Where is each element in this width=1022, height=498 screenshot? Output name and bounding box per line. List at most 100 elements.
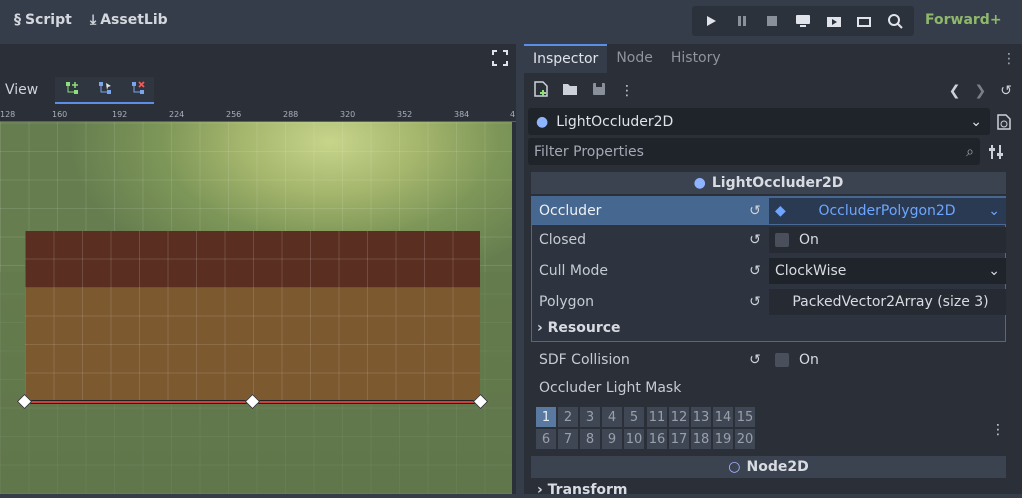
layer-bit[interactable]: 7: [558, 429, 579, 450]
more-options-icon[interactable]: ⋮: [620, 83, 634, 99]
wall-bottom-sprite: [25, 288, 480, 402]
tab-history[interactable]: History: [662, 44, 730, 73]
light-occluder-icon: ●: [693, 175, 706, 191]
new-resource-icon[interactable]: [534, 81, 548, 101]
renderer-selector[interactable]: Forward+: [925, 12, 1002, 28]
property-occluder[interactable]: Occluder ↺ ◆ OccluderPolygon2D ⌄: [531, 196, 1006, 226]
panel-splitter[interactable]: [516, 44, 524, 494]
closed-checkbox[interactable]: On: [769, 227, 1006, 253]
property-closed[interactable]: Closed ↺ On: [531, 225, 1006, 255]
script-icon: §: [14, 12, 21, 28]
section-title: Node2D: [746, 459, 809, 475]
filter-properties-input[interactable]: Filter Properties ⌕: [528, 138, 980, 165]
property-label: Cull Mode: [539, 263, 609, 279]
layer-bit[interactable]: 4: [602, 407, 623, 428]
layer-bit[interactable]: 17: [669, 429, 690, 450]
light-occluder-icon: ●: [536, 113, 549, 130]
view-menu[interactable]: View: [5, 82, 38, 98]
assetlib-label: AssetLib: [100, 12, 168, 28]
ruler-tick: 256: [226, 110, 242, 119]
ruler-tick: 288: [283, 110, 299, 119]
cull-mode-dropdown[interactable]: ClockWise ⌄: [769, 258, 1006, 284]
checkbox-icon: [775, 233, 789, 247]
polygon-value: PackedVector2Array (size 3): [792, 294, 989, 310]
revert-icon[interactable]: ↺: [741, 294, 769, 310]
save-resource-icon[interactable]: [592, 82, 606, 100]
sdf-collision-checkbox[interactable]: On: [769, 347, 1006, 373]
tab-node[interactable]: Node: [607, 44, 662, 73]
run-toolbar: [692, 6, 914, 36]
open-resource-icon[interactable]: [562, 82, 578, 100]
layer-bit[interactable]: 9: [602, 429, 623, 450]
layer-bit[interactable]: 2: [558, 407, 579, 428]
play-scene-icon[interactable]: [851, 8, 877, 34]
script-menu[interactable]: § Script: [14, 12, 72, 28]
delete-points-icon[interactable]: [131, 80, 145, 99]
layer-bit[interactable]: 6: [536, 429, 557, 450]
play-custom-icon[interactable]: [882, 8, 908, 34]
history-back-icon[interactable]: ❮: [949, 83, 961, 99]
movie-icon[interactable]: [821, 8, 847, 34]
ruler-tick: 320: [340, 110, 356, 119]
checkbox-icon: [775, 353, 789, 367]
resource-section-toggle[interactable]: › Resource: [537, 320, 621, 336]
layer-bit[interactable]: 14: [713, 407, 734, 428]
ruler-tick: 384: [454, 110, 470, 119]
ruler-tick: 160: [52, 110, 68, 119]
transform-label: Transform: [547, 482, 628, 498]
horizontal-ruler: 128 160 192 224 256 288 320 352 384 4: [0, 110, 516, 122]
layer-bit[interactable]: 1: [536, 407, 557, 428]
tab-inspector[interactable]: Inspector: [524, 44, 608, 73]
inspector-settings-icon[interactable]: [986, 142, 1006, 162]
property-polygon[interactable]: Polygon ↺ PackedVector2Array (size 3): [531, 287, 1006, 317]
pause-icon[interactable]: [729, 8, 755, 34]
stop-icon[interactable]: [759, 8, 785, 34]
layer-bit[interactable]: 12: [669, 407, 690, 428]
object-history-icon[interactable]: ↺: [1000, 83, 1012, 99]
chevron-down-icon[interactable]: ⌄: [988, 203, 1000, 219]
layer-bit[interactable]: 5: [624, 407, 645, 428]
layer-bit[interactable]: 10: [624, 429, 645, 450]
layer-bit[interactable]: 19: [713, 429, 734, 450]
layer-bit[interactable]: 18: [691, 429, 712, 450]
property-label: Closed: [539, 232, 587, 248]
closed-value: On: [799, 232, 819, 248]
section-header-lightoccluder2d[interactable]: ● LightOccluder2D: [531, 172, 1006, 194]
layer-bit[interactable]: 13: [691, 407, 712, 428]
section-header-node2d[interactable]: ○ Node2D: [531, 456, 1006, 478]
layer-menu-icon[interactable]: ⋮: [988, 420, 1008, 440]
class-doc-icon[interactable]: [994, 112, 1014, 132]
edit-points-icon[interactable]: [98, 81, 112, 99]
ruler-tick: 128: [0, 110, 16, 119]
revert-icon[interactable]: ↺: [741, 352, 769, 368]
object-selector[interactable]: ● LightOccluder2D ⌄: [528, 108, 990, 135]
layer-bit[interactable]: 8: [580, 429, 601, 450]
property-label: SDF Collision: [539, 352, 630, 368]
layer-bit[interactable]: 15: [735, 407, 756, 428]
dock-menu-icon[interactable]: ⋮: [1002, 51, 1016, 67]
layer-bit[interactable]: 3: [580, 407, 601, 428]
layer-bit[interactable]: 11: [647, 407, 668, 428]
layer-bit[interactable]: 16: [647, 429, 668, 450]
transform-section-toggle[interactable]: › Transform: [537, 482, 628, 498]
scene-canvas[interactable]: [0, 122, 512, 494]
inspector-toolbar: ⋮ ❮ ❯ ↺: [524, 74, 1022, 108]
polygon-array-button[interactable]: PackedVector2Array (size 3): [769, 289, 1006, 315]
revert-icon[interactable]: ↺: [741, 203, 769, 219]
remote-debug-icon[interactable]: [790, 8, 816, 34]
search-icon: ⌕: [966, 143, 974, 160]
fullscreen-icon[interactable]: [490, 48, 510, 68]
property-cull-mode[interactable]: Cull Mode ↺ ClockWise ⌄: [531, 256, 1006, 286]
revert-icon[interactable]: ↺: [741, 232, 769, 248]
assetlib-menu[interactable]: ⤓ AssetLib: [90, 12, 168, 28]
property-sdf-collision[interactable]: SDF Collision ↺ On: [531, 345, 1006, 375]
history-forward-icon[interactable]: ❯: [975, 83, 987, 99]
sdf-collision-value: On: [799, 352, 819, 368]
play-icon[interactable]: [698, 8, 724, 34]
revert-icon[interactable]: ↺: [741, 263, 769, 279]
create-points-icon[interactable]: [65, 81, 79, 99]
ruler-tick: 4: [510, 110, 516, 119]
occluder-resource-picker[interactable]: ◆ OccluderPolygon2D ⌄: [769, 198, 1006, 224]
chevron-right-icon: ›: [537, 482, 543, 498]
layer-bit[interactable]: 20: [735, 429, 756, 450]
